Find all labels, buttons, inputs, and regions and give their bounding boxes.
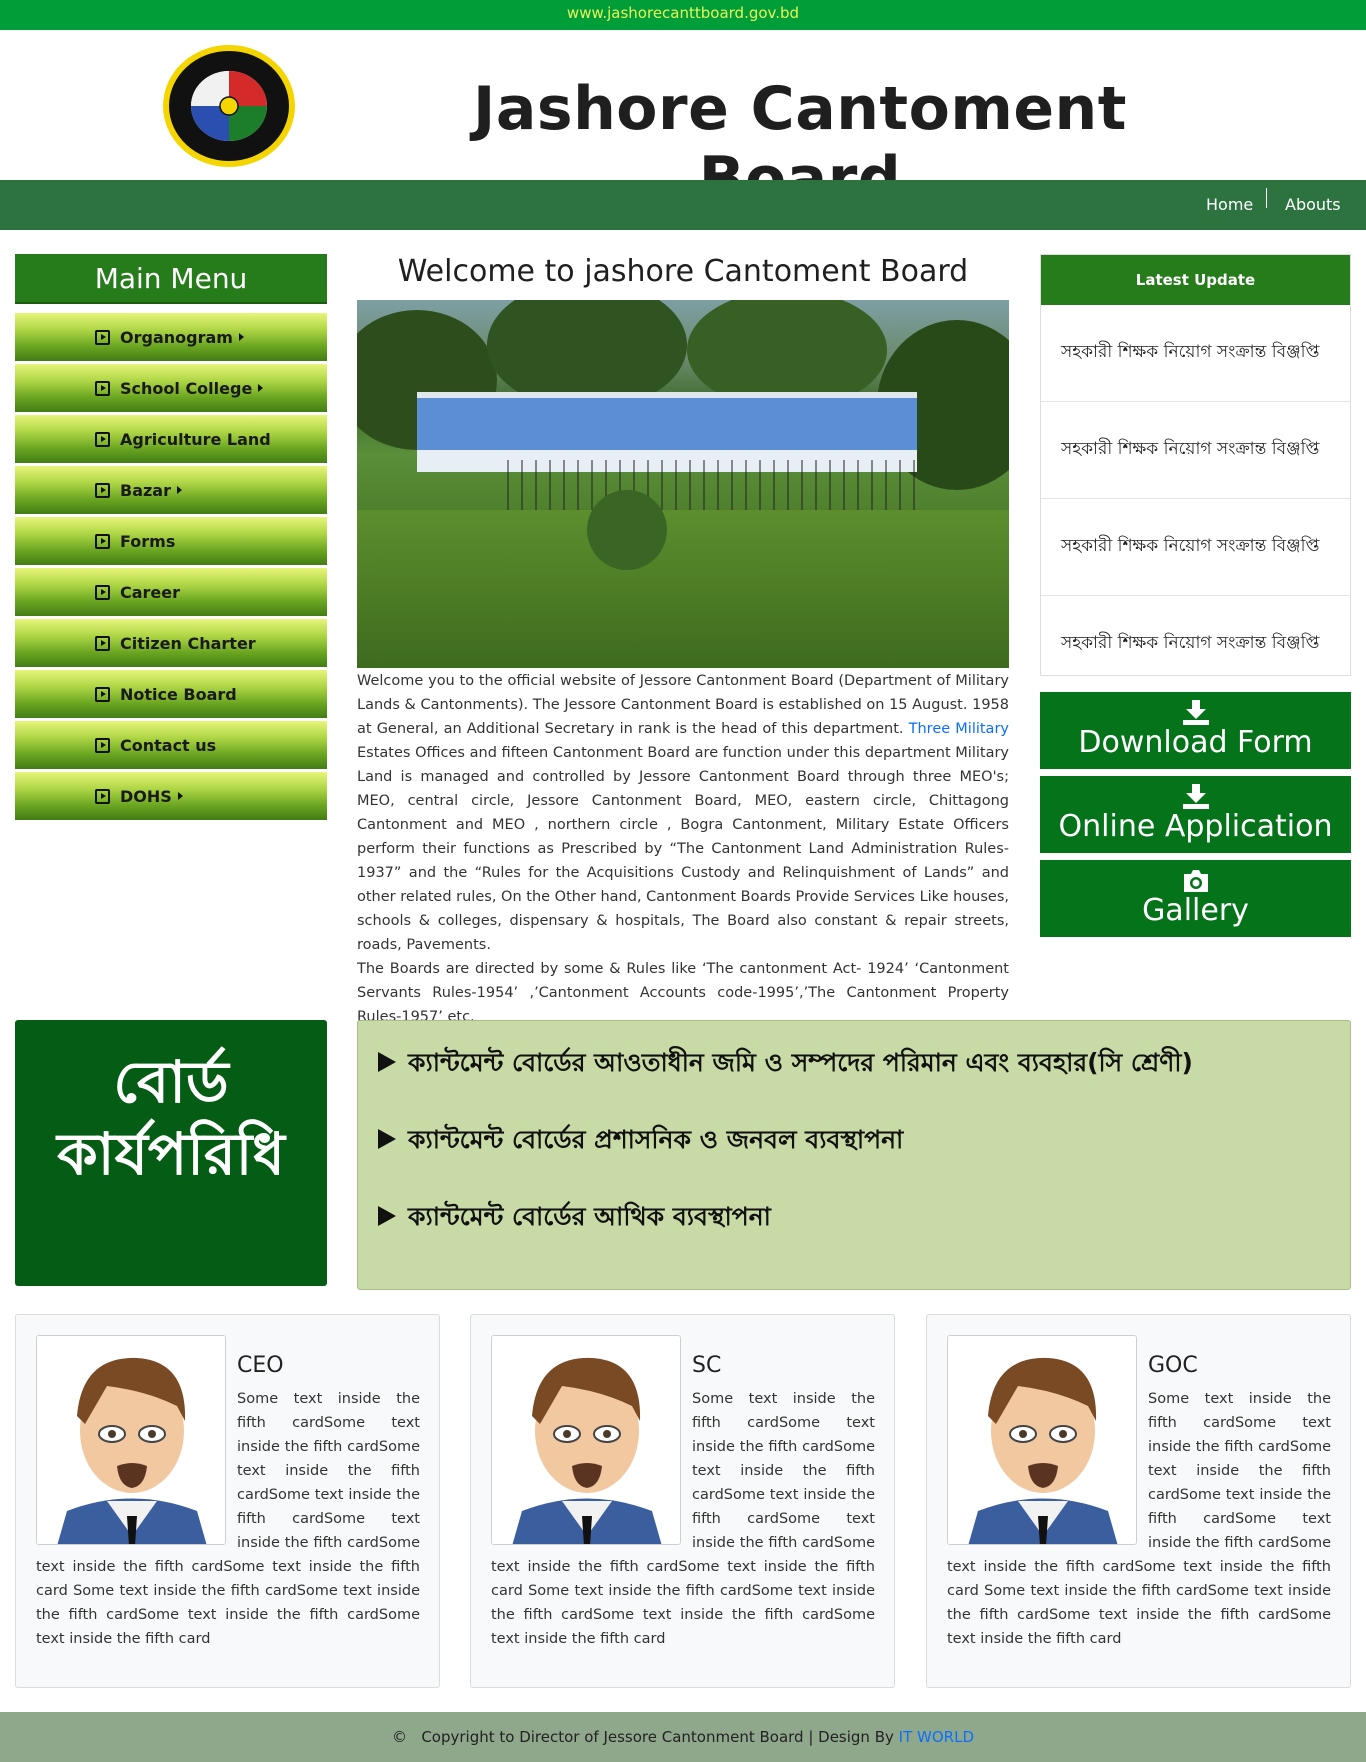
triangle-right-icon <box>378 1206 396 1226</box>
sidebar-item-label: Bazar <box>120 480 171 500</box>
top-url-bar: www.jashorecanttboard.gov.bd <box>0 0 1366 30</box>
cantonment-office-photo <box>357 300 1009 668</box>
triangle-right-icon <box>378 1052 396 1072</box>
sidebar-item-notice-board[interactable]: Notice Board <box>15 670 327 718</box>
download-form-label: Download Form <box>1078 725 1313 760</box>
latest-update-title: Latest Update <box>1041 255 1350 305</box>
officer-role: CEO <box>237 1353 284 1378</box>
copyright-text: Copyright to Director of Jessore Cantonm… <box>421 1728 894 1746</box>
play-square-icon <box>95 788 110 804</box>
sidebar-item-label: Forms <box>120 531 176 551</box>
sidebar-item-label: Organogram <box>120 327 233 347</box>
nav-separator <box>1266 188 1267 208</box>
play-square-icon <box>95 737 110 753</box>
sidebar-item-citizen-charter[interactable]: Citizen Charter <box>15 619 327 667</box>
play-square-icon <box>95 533 110 549</box>
nav-home-link[interactable]: Home <box>1206 180 1253 230</box>
sidebar-item-label: School College <box>120 378 253 398</box>
welcome-paragraph-1: Welcome you to the official website of J… <box>357 673 1009 953</box>
latest-update-item[interactable]: সহকারী শিক্ষক নিয়োগ সংক্রান্ত বিঞ্জপ্তি <box>1041 402 1350 499</box>
sidebar-item-label: DOHS <box>120 786 172 806</box>
sidebar-item-label: Career <box>120 582 181 602</box>
officer-card-goc: GOC Some text inside the fifth cardSome t… <box>926 1314 1351 1688</box>
copyright-icon: © <box>392 1728 407 1746</box>
play-square-icon <box>95 329 110 345</box>
sidebar-item-label: Citizen Charter <box>120 633 256 653</box>
camera-icon <box>1040 860 1351 894</box>
welcome-title: Welcome to jashore Cantoment Board <box>397 254 969 289</box>
gallery-label: Gallery <box>1142 893 1249 928</box>
caret-right-icon <box>177 486 182 494</box>
latest-update-item[interactable]: সহকারী শিক্ষক নিয়োগ সংক্রান্ত বিঞ্জপ্তি <box>1041 596 1350 693</box>
military-estates-link[interactable]: Three Military <box>909 721 1009 737</box>
latest-update-item[interactable]: সহকারী শিক্ষক নিয়োগ সংক্রান্ত বিঞ্জপ্তি <box>1041 305 1350 402</box>
sidebar-item-bazar[interactable]: Bazar <box>15 466 327 514</box>
board-scope-list: ক্যান্টমেন্ট বোর্ডের আওতাধীন জমি ও সম্পদ… <box>357 1020 1351 1290</box>
triangle-right-icon <box>378 1129 396 1149</box>
sidebar-item-label: Notice Board <box>120 684 237 704</box>
welcome-paragraph-2: The Boards are directed by some & Rules … <box>357 961 1009 1025</box>
scope-item-land-assets[interactable]: ক্যান্টমেন্ট বোর্ডের আওতাধীন জমি ও সম্পদ… <box>378 1043 1193 1086</box>
sidebar-item-school-college[interactable]: School College <box>15 364 327 412</box>
download-form-button[interactable]: Download Form <box>1040 692 1351 769</box>
caret-right-icon <box>238 333 244 341</box>
play-square-icon <box>95 431 110 447</box>
sidebar-item-career[interactable]: Career <box>15 568 327 616</box>
cantonment-board-logo[interactable] <box>161 43 297 169</box>
officer-description: Some text inside the fifth cardSome text… <box>36 1391 420 1647</box>
sidebar-item-label: Agriculture Land <box>120 429 271 449</box>
officer-role: GOC <box>1148 1353 1198 1378</box>
gallery-button[interactable]: Gallery <box>1040 860 1351 937</box>
play-square-icon <box>95 686 110 702</box>
officer-role: SC <box>692 1353 722 1378</box>
caret-right-icon <box>177 792 183 800</box>
scope-item-administration[interactable]: ক্যান্টমেন্ট বোর্ডের প্রশাসনিক ও জনবল ব্… <box>378 1120 903 1163</box>
board-scope-heading: বোর্ড কার্যপরিধি <box>15 1020 327 1286</box>
download-icon <box>1040 692 1351 726</box>
play-square-icon <box>95 380 110 396</box>
board-scope-line-2: কার্যপরিধি <box>57 1120 285 1188</box>
sidebar-item-organogram[interactable]: Organogram <box>15 313 327 361</box>
download-icon <box>1040 776 1351 810</box>
latest-update-item[interactable]: সহকারী শিক্ষক নিয়োগ সংক্রান্ত বিঞ্জপ্তি <box>1041 499 1350 596</box>
site-url[interactable]: www.jashorecanttboard.gov.bd <box>567 4 799 22</box>
online-application-label: Online Application <box>1058 809 1333 844</box>
latest-update-panel: Latest Update সহকারী শিক্ষক নিয়োগ সংক্র… <box>1040 254 1351 693</box>
play-square-icon <box>95 584 110 600</box>
online-application-button[interactable]: Online Application <box>1040 776 1351 853</box>
play-square-icon <box>95 635 110 651</box>
play-square-icon <box>95 482 110 498</box>
site-header: Jashore Cantoment Board <box>0 30 1366 214</box>
board-scope-line-1: বোর্ড <box>113 1048 229 1116</box>
officer-description: Some text inside the fifth cardSome text… <box>491 1391 875 1647</box>
sidebar-item-contact-us[interactable]: Contact us <box>15 721 327 769</box>
sidebar-item-label: Contact us <box>120 735 217 755</box>
caret-right-icon <box>258 384 264 392</box>
officer-description: Some text inside the fifth cardSome text… <box>947 1391 1331 1647</box>
sidebar-item-forms[interactable]: Forms <box>15 517 327 565</box>
main-navbar: Home Abouts <box>0 180 1366 230</box>
sidebar-item-agriculture-land[interactable]: Agriculture Land <box>15 415 327 463</box>
nav-abouts-link[interactable]: Abouts <box>1285 180 1341 230</box>
designer-link[interactable]: IT WORLD <box>899 1728 974 1746</box>
officer-card-sc: SC Some text inside the fifth cardSome te… <box>470 1314 895 1688</box>
officer-card-ceo: CEO Some text inside the fifth cardSome t… <box>15 1314 440 1688</box>
main-menu-title: Main Menu <box>15 254 327 304</box>
site-footer: © Copyright to Director of Jessore Canto… <box>0 1712 1366 1762</box>
welcome-description: Welcome you to the official website of J… <box>357 669 1009 1029</box>
sidebar-item-dohs[interactable]: DOHS <box>15 772 327 820</box>
scope-item-finance[interactable]: ক্যান্টমেন্ট বোর্ডের আথিক ব্যবস্থাপনা <box>378 1197 771 1240</box>
